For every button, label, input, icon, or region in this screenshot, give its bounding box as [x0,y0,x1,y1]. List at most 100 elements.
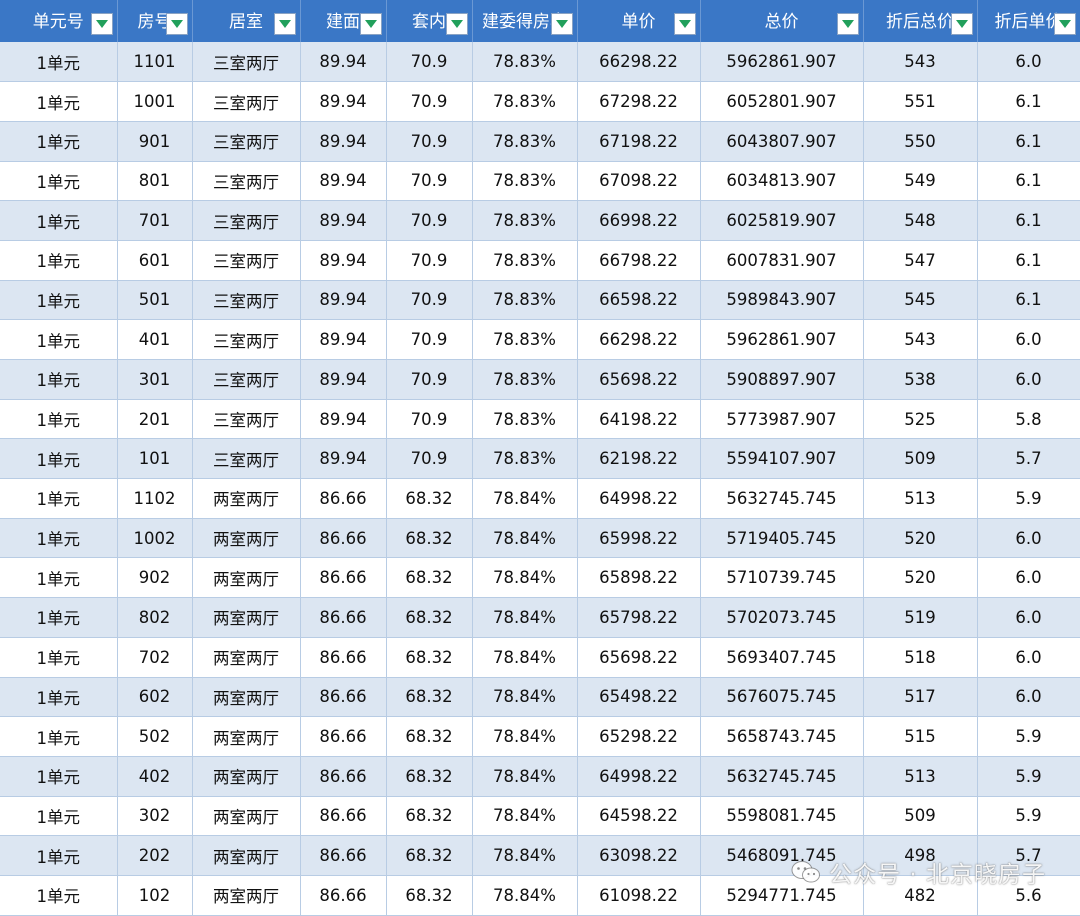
table-cell[interactable]: 6.0 [977,637,1080,678]
table-cell[interactable]: 5594107.907 [700,438,864,480]
table-cell[interactable]: 65898.22 [577,557,701,599]
table-cell[interactable]: 543 [863,42,978,83]
table-cell[interactable]: 402 [117,756,193,797]
table-cell[interactable]: 68.32 [386,875,473,916]
filter-dropdown-button[interactable] [90,13,113,35]
table-cell[interactable]: 548 [863,200,978,241]
table-cell[interactable]: 78.83% [472,319,578,360]
table-cell[interactable]: 301 [117,359,193,400]
table-cell[interactable]: 89.94 [300,240,387,281]
table-cell[interactable]: 6.1 [977,240,1080,281]
table-cell[interactable]: 89.94 [300,121,387,162]
table-cell[interactable]: 1单元 [0,796,118,837]
table-cell[interactable]: 5908897.907 [700,359,864,400]
table-cell[interactable]: 6.0 [977,319,1080,360]
table-cell[interactable]: 1单元 [0,835,118,876]
table-cell[interactable]: 5.8 [977,399,1080,440]
table-cell[interactable]: 三室两厅 [192,438,301,480]
table-cell[interactable]: 65298.22 [577,716,701,757]
table-cell[interactable]: 6034813.907 [700,161,864,202]
table-cell[interactable]: 86.66 [300,716,387,757]
table-cell[interactable]: 78.83% [472,121,578,162]
table-cell[interactable]: 86.66 [300,796,387,837]
table-cell[interactable]: 1单元 [0,756,118,797]
table-cell[interactable]: 6052801.907 [700,81,864,122]
table-cell[interactable]: 6.0 [977,42,1080,83]
table-cell[interactable]: 602 [117,677,193,718]
table-cell[interactable]: 1单元 [0,319,118,360]
table-cell[interactable]: 545 [863,280,978,321]
table-cell[interactable]: 6.0 [977,677,1080,718]
table-cell[interactable]: 68.32 [386,716,473,757]
table-cell[interactable]: 66998.22 [577,200,701,241]
table-cell[interactable]: 64998.22 [577,478,701,519]
table-cell[interactable]: 86.66 [300,677,387,718]
table-cell[interactable]: 67198.22 [577,121,701,162]
table-cell[interactable]: 543 [863,319,978,360]
table-cell[interactable]: 1单元 [0,121,118,162]
column-header[interactable]: 套内 [386,0,473,42]
filter-dropdown-button[interactable] [836,13,859,35]
table-cell[interactable]: 1单元 [0,280,118,321]
table-cell[interactable]: 6.1 [977,200,1080,241]
table-cell[interactable]: 1单元 [0,399,118,440]
table-cell[interactable]: 6025819.907 [700,200,864,241]
table-cell[interactable]: 78.83% [472,81,578,122]
table-cell[interactable]: 78.84% [472,875,578,916]
table-cell[interactable]: 102 [117,875,193,916]
table-cell[interactable]: 89.94 [300,81,387,122]
table-cell[interactable]: 78.84% [472,478,578,519]
table-cell[interactable]: 78.83% [472,280,578,321]
table-cell[interactable]: 78.84% [472,796,578,837]
table-cell[interactable]: 三室两厅 [192,359,301,400]
table-cell[interactable]: 78.83% [472,42,578,83]
table-cell[interactable]: 5.9 [977,796,1080,837]
table-cell[interactable]: 513 [863,756,978,797]
table-cell[interactable]: 65798.22 [577,597,701,638]
table-cell[interactable]: 801 [117,161,193,202]
table-cell[interactable]: 89.94 [300,200,387,241]
table-cell[interactable]: 1单元 [0,200,118,241]
table-cell[interactable]: 86.66 [300,637,387,678]
table-cell[interactable]: 901 [117,121,193,162]
filter-dropdown-button[interactable] [1053,13,1076,35]
table-cell[interactable]: 5632745.745 [700,756,864,797]
table-cell[interactable]: 64998.22 [577,756,701,797]
table-cell[interactable]: 78.83% [472,200,578,241]
filter-dropdown-button[interactable] [673,13,696,35]
table-cell[interactable]: 5658743.745 [700,716,864,757]
column-header[interactable]: 折后总价 [863,0,978,42]
table-cell[interactable]: 1单元 [0,81,118,122]
table-cell[interactable]: 201 [117,399,193,440]
table-cell[interactable]: 78.84% [472,677,578,718]
table-cell[interactable]: 78.84% [472,557,578,599]
table-cell[interactable]: 65698.22 [577,359,701,400]
table-cell[interactable]: 5702073.745 [700,597,864,638]
table-cell[interactable]: 1002 [117,518,193,559]
table-cell[interactable]: 63098.22 [577,835,701,876]
table-cell[interactable]: 6.0 [977,597,1080,638]
table-cell[interactable]: 两室两厅 [192,478,301,519]
table-cell[interactable]: 701 [117,200,193,241]
filter-dropdown-button[interactable] [165,13,188,35]
table-cell[interactable]: 5989843.907 [700,280,864,321]
table-cell[interactable]: 66798.22 [577,240,701,281]
table-cell[interactable]: 78.83% [472,359,578,400]
table-cell[interactable]: 68.32 [386,597,473,638]
table-cell[interactable]: 802 [117,597,193,638]
table-cell[interactable]: 70.9 [386,42,473,83]
table-cell[interactable]: 5962861.907 [700,319,864,360]
table-cell[interactable]: 89.94 [300,42,387,83]
table-cell[interactable]: 68.32 [386,518,473,559]
filter-dropdown-button[interactable] [550,13,573,35]
column-header[interactable]: 折后单价 [977,0,1080,42]
table-cell[interactable]: 61098.22 [577,875,701,916]
table-cell[interactable]: 78.84% [472,637,578,678]
table-cell[interactable]: 1单元 [0,716,118,757]
table-cell[interactable]: 70.9 [386,81,473,122]
table-cell[interactable]: 66298.22 [577,42,701,83]
table-cell[interactable]: 68.32 [386,835,473,876]
table-cell[interactable]: 三室两厅 [192,240,301,281]
table-cell[interactable]: 64598.22 [577,796,701,837]
table-cell[interactable]: 1单元 [0,161,118,202]
